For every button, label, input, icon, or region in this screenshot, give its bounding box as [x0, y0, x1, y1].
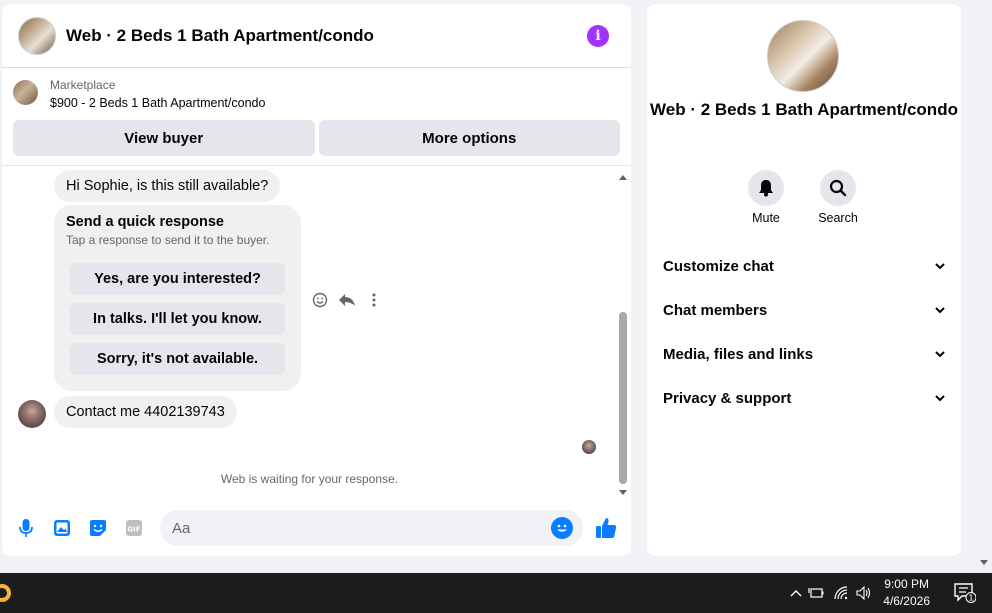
chat-scrollbar[interactable] [617, 168, 629, 495]
listing-avatar-large[interactable] [767, 20, 839, 92]
chat-title[interactable]: Web · 2 Beds 1 Bath Apartment/condo [66, 26, 587, 46]
notification-icon[interactable]: 1 [954, 583, 977, 608]
search-button[interactable]: Search [808, 170, 868, 225]
gif-icon[interactable]: GIF [122, 516, 146, 540]
sticker-icon[interactable] [86, 516, 110, 540]
conversation-info-panel: Web · 2 Beds 1 Bath Apartment/condo Mute… [647, 4, 961, 556]
mute-button[interactable]: Mute [736, 170, 796, 225]
microphone-icon[interactable] [14, 516, 38, 540]
volume-icon[interactable] [856, 573, 872, 613]
section-label: Privacy & support [663, 389, 792, 407]
show-hidden-icons-icon[interactable] [790, 573, 802, 613]
message-list: Hi Sophie, is this still available? Send… [2, 168, 617, 493]
section-privacy-support[interactable]: Privacy & support [663, 376, 945, 420]
taskbar: 9:00 PM 4/6/2026 1 [0, 573, 992, 613]
emoji-icon[interactable] [551, 517, 573, 539]
scroll-up-icon[interactable] [619, 175, 627, 180]
reply-icon[interactable] [338, 292, 356, 313]
listing-title[interactable]: $900 - 2 Beds 1 Bath Apartment/condo [50, 93, 265, 113]
scroll-thumb[interactable] [619, 312, 627, 484]
taskbar-app-icon[interactable] [0, 579, 14, 607]
quick-response-sorry[interactable]: Sorry, it's not available. [70, 343, 285, 375]
message-input[interactable]: Aa [160, 510, 583, 546]
listing-avatar[interactable] [18, 16, 56, 55]
marketplace-label: Marketplace [50, 78, 116, 92]
section-label: Chat members [663, 301, 768, 319]
scroll-down-icon[interactable] [619, 490, 627, 495]
mute-label: Mute [752, 211, 780, 225]
chat-header: Web · 2 Beds 1 Bath Apartment/condo i [2, 4, 631, 68]
message-bubble: Hi Sophie, is this still available? [54, 170, 281, 202]
page-scroll-down-icon[interactable] [980, 560, 988, 565]
section-customize-chat[interactable]: Customize chat [663, 244, 945, 288]
section-media-files-links[interactable]: Media, files and links [663, 332, 945, 376]
svg-text:GIF: GIF [127, 526, 140, 534]
search-label: Search [818, 211, 858, 225]
section-label: Media, files and links [663, 345, 814, 363]
chevron-down-icon [935, 261, 945, 271]
chat-panel: Web · 2 Beds 1 Bath Apartment/condo i Ma… [2, 4, 631, 556]
sender-avatar[interactable] [18, 400, 46, 428]
bell-icon [748, 170, 784, 206]
more-options-button[interactable]: More options [318, 120, 620, 156]
chevron-down-icon [935, 349, 945, 359]
message-actions [312, 292, 382, 313]
marketplace-bar: Marketplace $900 - 2 Beds 1 Bath Apartme… [2, 68, 631, 166]
quick-response-title: Send a quick response [66, 214, 224, 230]
quick-response-card: Send a quick response Tap a response to … [54, 205, 301, 391]
view-buyer-button[interactable]: View buyer [13, 120, 315, 156]
composer: GIF Aa [2, 508, 631, 548]
chevron-down-icon [935, 393, 945, 403]
quick-response-subtitle: Tap a response to send it to the buyer. [66, 233, 270, 247]
info-icon[interactable]: i [587, 24, 609, 47]
clock[interactable]: 9:00 PM 4/6/2026 [883, 576, 930, 610]
waiting-status: Web is waiting for your response. [220, 472, 399, 486]
section-chat-members[interactable]: Chat members [663, 288, 945, 332]
smile-icon[interactable] [312, 292, 328, 313]
notification-count: 1 [968, 594, 973, 603]
wifi-icon[interactable] [834, 573, 848, 613]
battery-icon[interactable] [808, 573, 824, 613]
message-placeholder: Aa [172, 519, 191, 537]
quick-response-in-talks[interactable]: In talks. I'll let you know. [70, 303, 285, 335]
section-label: Customize chat [663, 257, 774, 275]
message-bubble: Contact me 4402139743 [54, 396, 237, 428]
clock-time: 9:00 PM [884, 577, 929, 591]
seen-indicator [582, 440, 596, 454]
listing-thumbnail[interactable] [13, 80, 38, 105]
clock-date: 4/6/2026 [883, 594, 930, 608]
thumbs-up-icon[interactable] [593, 515, 619, 541]
quick-response-yes[interactable]: Yes, are you interested? [70, 263, 285, 295]
more-icon[interactable] [366, 292, 382, 313]
search-icon [820, 170, 856, 206]
image-icon[interactable] [50, 516, 74, 540]
info-title: Web · 2 Beds 1 Bath Apartment/condo [650, 100, 958, 119]
chevron-down-icon [935, 305, 945, 315]
